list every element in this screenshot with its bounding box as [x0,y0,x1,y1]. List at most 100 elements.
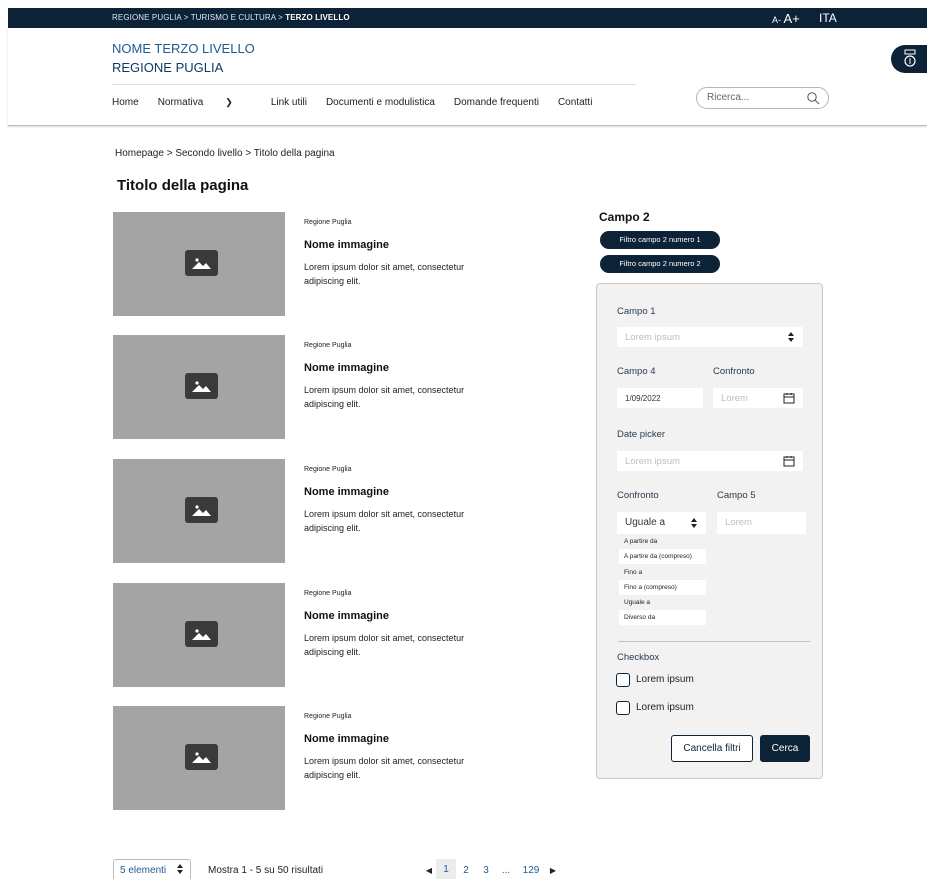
dropdown-option[interactable]: A partire da (compreso) [619,549,706,564]
checkbox[interactable] [616,673,630,687]
per-page-select[interactable]: 5 elementi [113,859,191,879]
card-description: Lorem ipsum dolor sit amet, consectetur … [304,756,465,780]
top-breadcrumb-path[interactable]: REGIONE PUGLIA > TURISMO E CULTURA > [112,13,285,22]
filter-chip[interactable]: Filtro campo 2 numero 1 [600,231,720,249]
page-link[interactable]: 129 [516,865,546,876]
nav-item-link-utili[interactable]: Link utili [271,97,307,108]
search-box[interactable] [696,87,829,109]
calendar-icon[interactable] [783,455,795,470]
select-arrows-icon [176,863,184,878]
list-item[interactable]: Regione Puglia Nome immagine Lorem ipsum… [113,583,513,687]
decrease-text-button[interactable]: A- [772,15,781,25]
campo5-input[interactable]: Lorem [717,512,806,534]
campo4-input[interactable]: 1/09/2022 [617,388,703,408]
card-description: Lorem ipsum dolor sit amet, consectetur … [304,633,465,657]
list-item[interactable]: Regione Puglia Nome immagine Lorem ipsum… [113,335,513,439]
card-source: Regione Puglia [304,342,352,349]
panel-divider [618,641,810,642]
card-image[interactable] [113,335,285,439]
dropdown-option[interactable]: A partire da [619,534,706,549]
top-breadcrumb-current: TERZO LIVELLO [285,13,350,22]
search-icon[interactable] [806,91,820,105]
campo1-placeholder: Lorem ipsum [625,332,680,343]
nav-item-faq[interactable]: Domande frequenti [454,97,539,108]
checkbox-group-label: Checkbox [617,652,660,663]
pagination: ◀ 1 2 3 ... 129 ▶ [422,859,560,879]
card-image[interactable] [113,212,285,316]
image-placeholder-icon [185,744,218,770]
list-item[interactable]: Regione Puglia Nome immagine Lorem ipsum… [113,706,513,810]
search-button[interactable]: Cerca [760,735,810,762]
prev-page-icon[interactable]: ◀ [422,866,436,875]
page-link[interactable]: 3 [476,865,496,876]
nav-item-normativa-label: Normativa [157,97,204,108]
card-image[interactable] [113,583,285,687]
top-bar: REGIONE PUGLIA > TURISMO E CULTURA > TER… [8,8,927,28]
card-title[interactable]: Nome immagine [304,362,389,374]
confronto-placeholder: Lorem [721,393,748,404]
checkbox[interactable] [616,701,630,715]
site-region[interactable]: REGIONE PUGLIA [112,60,223,75]
card-source: Regione Puglia [304,713,352,720]
dropdown-option[interactable]: Diverso da [619,610,706,625]
checkbox-label[interactable]: Lorem ipsum [636,702,694,713]
page-link[interactable]: 2 [456,865,476,876]
nav-item-normativa[interactable]: Normativa ❯ [158,97,252,108]
image-placeholder-icon [185,621,218,647]
page-ellipsis: ... [501,864,511,876]
card-image[interactable] [113,706,285,810]
confronto-label: Confronto [713,366,755,377]
image-placeholder-icon [185,373,218,399]
list-item[interactable]: Regione Puglia Nome immagine Lorem ipsum… [113,212,513,316]
dropdown-option[interactable]: Uguale a [619,595,706,610]
confronto-date-input[interactable]: Lorem [713,388,803,408]
emblem-icon [904,49,916,67]
card-description: Lorem ipsum dolor sit amet, consectetur … [304,385,465,409]
nav-item-home[interactable]: Home [112,97,139,108]
clear-filters-button[interactable]: Cancella filtri [671,735,753,762]
chevron-down-icon: ❯ [225,97,233,107]
campo1-select[interactable]: Lorem ipsum [617,327,803,347]
confronto-selected-value: Uguale a [625,517,666,528]
campo2-title: Campo 2 [599,210,650,224]
site-name[interactable]: NOME TERZO LIVELLO [112,41,255,56]
campo5-placeholder: Lorem [725,517,752,528]
card-description: Lorem ipsum dolor sit amet, consectetur … [304,262,465,286]
confronto-select[interactable]: Uguale a [617,512,706,534]
search-input[interactable] [707,92,802,103]
page-link-current[interactable]: 1 [436,859,456,879]
main-nav: Home Normativa ❯ Link utili Documenti e m… [112,97,611,108]
nav-item-documenti[interactable]: Documenti e modulistica [326,97,435,108]
confronto2-label: Confronto [617,490,659,501]
calendar-icon[interactable] [783,392,795,407]
breadcrumb[interactable]: Homepage > Secondo livello > Titolo dell… [115,148,335,159]
filter-chip[interactable]: Filtro campo 2 numero 2 [600,255,720,273]
checkbox-label[interactable]: Lorem ipsum [636,674,694,685]
card-source: Regione Puglia [304,466,352,473]
dropdown-option[interactable]: Fino a (compreso) [619,580,706,595]
card-title[interactable]: Nome immagine [304,733,389,745]
datepicker-label: Date picker [617,429,666,440]
increase-text-button[interactable]: A+ [784,11,800,26]
nav-item-contatti[interactable]: Contatti [558,97,592,108]
language-selector[interactable]: ITA [819,11,837,25]
next-page-icon[interactable]: ▶ [546,866,560,875]
results-count: Mostra 1 - 5 su 50 risultati [208,865,324,876]
card-title[interactable]: Nome immagine [304,239,389,251]
campo1-label: Campo 1 [617,306,656,317]
text-size-controls: A- A+ [772,11,800,26]
select-arrows-icon [787,331,795,346]
datepicker-input[interactable]: Lorem ipsum [617,451,803,471]
card-title[interactable]: Nome immagine [304,486,389,498]
card-title[interactable]: Nome immagine [304,610,389,622]
campo5-label: Campo 5 [717,490,756,501]
image-placeholder-icon [185,250,218,276]
card-image[interactable] [113,459,285,563]
site-header: NOME TERZO LIVELLO REGIONE PUGLIA Home N… [8,28,927,126]
card-description: Lorem ipsum dolor sit amet, consectetur … [304,509,465,533]
select-arrows-icon [690,517,698,532]
per-page-value: 5 elementi [120,865,167,876]
dropdown-option[interactable]: Fino a [619,565,706,580]
list-item[interactable]: Regione Puglia Nome immagine Lorem ipsum… [113,459,513,563]
region-emblem-button[interactable] [891,45,927,73]
